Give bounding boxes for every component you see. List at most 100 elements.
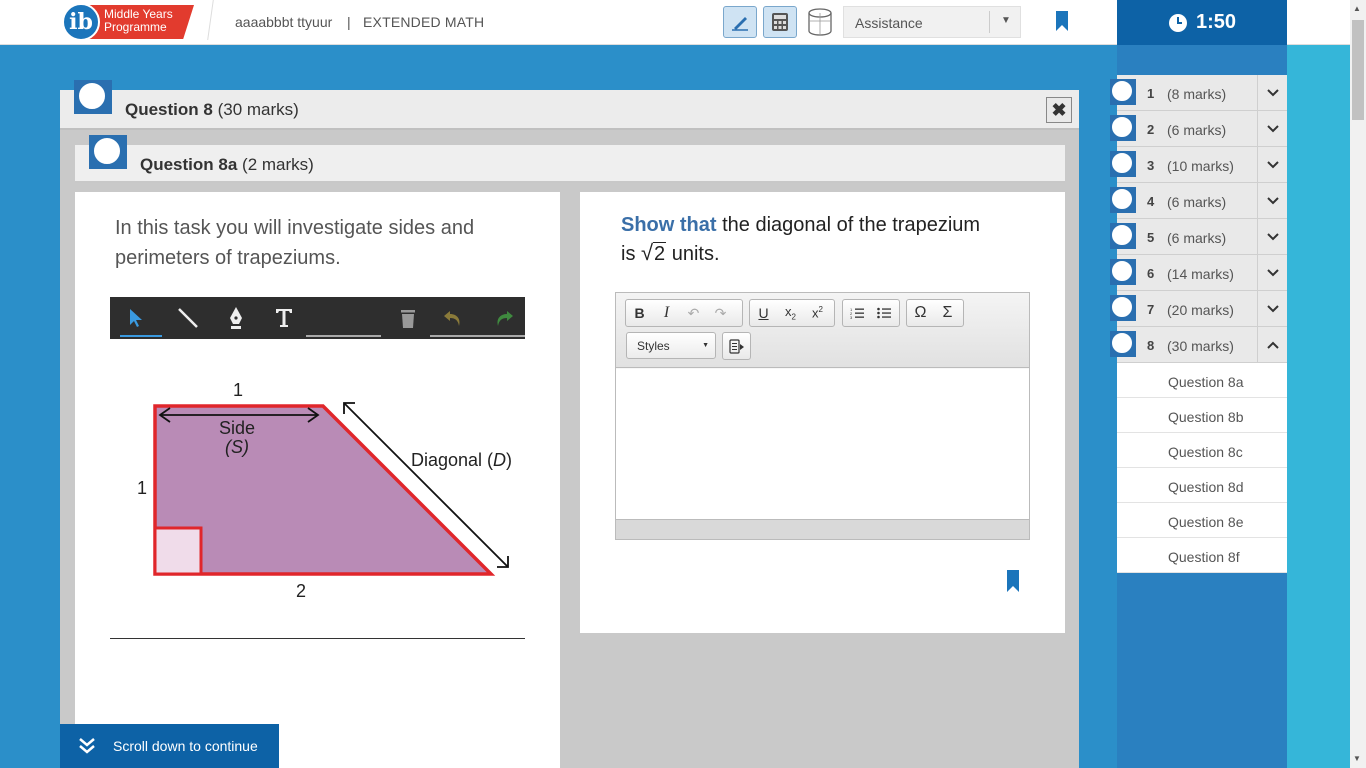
formula-sheet-button[interactable] (805, 6, 835, 38)
diagonal-label-close: ) (506, 450, 512, 470)
nav-question-4[interactable]: 4 (6 marks) (1110, 183, 1287, 219)
styles-label: Styles (637, 339, 670, 353)
nav-subquestion[interactable]: Question 8a (1117, 363, 1287, 398)
nav-question-1[interactable]: 1 (8 marks) (1110, 75, 1287, 111)
styles-dropdown[interactable]: Styles ▼ (626, 332, 716, 359)
nav-subquestion[interactable]: Question 8b (1117, 398, 1287, 433)
bullet-list-icon (876, 307, 891, 319)
question-navigator: 1 (8 marks) 2 (6 marks) 3 (10 marks) 4 (6 marks… (1110, 75, 1287, 573)
scroll-down-hint[interactable]: Scroll down to continue (60, 724, 279, 768)
line-tool-button[interactable] (175, 305, 201, 331)
teal-band (1287, 45, 1350, 768)
undo-button[interactable]: ↶ (680, 300, 707, 326)
trapezium-diagram: 1 1 2 Side (S) Diagonal (D) (137, 380, 512, 601)
numbered-list-icon: 123 (850, 307, 864, 319)
chevron-down-icon[interactable] (1257, 111, 1287, 147)
top-length-label: 1 (233, 380, 243, 400)
special-character-button[interactable]: Ω (907, 300, 934, 326)
cursor-icon (130, 309, 142, 327)
chevron-down-icon[interactable] (1257, 291, 1287, 327)
nav-question-marks: (8 marks) (1167, 86, 1227, 102)
nav-question-7[interactable]: 7 (20 marks) (1110, 291, 1287, 327)
bookmark-answer-button[interactable] (1006, 569, 1020, 598)
omega-icon: Ω (914, 304, 927, 321)
redo-tool-button[interactable] (491, 305, 517, 331)
double-chevron-down-icon (78, 737, 96, 755)
subscript-button[interactable]: x2 (777, 300, 804, 326)
bookmark-icon (1056, 11, 1068, 31)
scroll-up-arrow-icon[interactable]: ▲ (1353, 4, 1361, 13)
nav-question-8[interactable]: 8 (30 marks) (1110, 327, 1287, 363)
chevron-down-icon[interactable] (1257, 255, 1287, 291)
question-title: Question 8 (30 marks) (125, 100, 299, 120)
nav-question-marks: (20 marks) (1167, 302, 1234, 318)
assistance-dropdown[interactable]: Assistance ▼ (843, 6, 1021, 38)
chevron-down-icon[interactable] (1257, 75, 1287, 111)
nav-question-number: 1 (1147, 86, 1155, 101)
scroll-down-arrow-icon[interactable]: ▼ (1353, 754, 1361, 763)
numbered-list-button[interactable]: 123 (843, 300, 870, 326)
nav-question-2[interactable]: 2 (6 marks) (1110, 111, 1287, 147)
subquestion-title: Question 8a (2 marks) (140, 155, 314, 175)
bookmark-button[interactable] (1055, 10, 1069, 37)
chevron-up-icon[interactable] (1257, 327, 1287, 363)
question-prompt: Show that the diagonal of the trapezium … (621, 211, 1041, 269)
dropdown-separator (989, 11, 990, 33)
nav-subquestion[interactable]: Question 8d (1117, 468, 1287, 503)
candidate-name: aaaabbbt ttyuur (235, 14, 333, 30)
superscript-icon: x2 (812, 305, 823, 321)
nav-question-number: 6 (1147, 266, 1155, 281)
underline-button[interactable]: U (750, 300, 777, 326)
diagonal-label: Diagonal (D) (411, 450, 512, 470)
chevron-down-icon[interactable] (1257, 183, 1287, 219)
scrollbar-thumb[interactable] (1352, 20, 1364, 120)
command-term: Show that (621, 214, 717, 236)
redo-icon (497, 311, 513, 326)
nav-subquestion[interactable]: Question 8f (1117, 538, 1287, 573)
superscript-button[interactable]: x2 (804, 300, 831, 326)
stimulus-divider (110, 638, 525, 639)
nav-question-marks: (6 marks) (1167, 194, 1227, 210)
question-marks: (30 marks) (217, 100, 299, 119)
trash-icon (401, 310, 415, 328)
logo-line-2: Programme (104, 20, 167, 34)
nav-subquestion[interactable]: Question 8e (1117, 503, 1287, 538)
bullet-list-button[interactable] (870, 300, 897, 326)
close-icon: ✖ (1051, 99, 1067, 120)
calculator-button[interactable] (763, 6, 797, 38)
nav-question-3[interactable]: 3 (10 marks) (1110, 147, 1287, 183)
close-button[interactable]: ✖ (1046, 97, 1072, 123)
answer-editor: B I ↶ ↷ U x2 x2 123 Ω Σ Styles ▼ (615, 292, 1030, 540)
question-number: Question 8 (125, 100, 213, 119)
redo-button[interactable]: ↷ (707, 300, 734, 326)
prompt-is: is (621, 243, 636, 265)
drawing-toolbar (110, 297, 525, 339)
delete-tool-button[interactable] (395, 305, 421, 331)
nav-subquestion[interactable]: Question 8c (1117, 433, 1287, 468)
paste-button[interactable] (723, 333, 750, 359)
active-tool-underline (120, 335, 162, 337)
chevron-down-icon[interactable] (1257, 219, 1287, 255)
bold-button[interactable]: B (626, 300, 653, 326)
caret-down-icon: ▼ (1001, 15, 1011, 26)
line-icon (178, 308, 198, 328)
cylinder-icon (808, 8, 832, 36)
chevron-down-icon[interactable] (1257, 147, 1287, 183)
question-status-indicator (1110, 151, 1136, 177)
pen-tool-button[interactable] (723, 6, 757, 38)
question-status-indicator (74, 80, 112, 114)
math-equation-button[interactable]: Σ (934, 300, 961, 326)
pointer-tool-button[interactable] (123, 305, 149, 331)
question-status-indicator (1110, 187, 1136, 213)
text-tool-button[interactable] (271, 305, 297, 331)
assistance-label: Assistance (855, 15, 923, 31)
nav-question-6[interactable]: 6 (14 marks) (1110, 255, 1287, 291)
nav-question-5[interactable]: 5 (6 marks) (1110, 219, 1287, 255)
answer-input-area[interactable] (616, 369, 1029, 519)
question-status-indicator (1110, 331, 1136, 357)
undo-tool-button[interactable] (440, 305, 466, 331)
pen-draw-tool-button[interactable] (223, 305, 249, 331)
question-status-indicator (1110, 115, 1136, 141)
clipboard-icon (728, 339, 744, 354)
italic-button[interactable]: I (653, 300, 680, 326)
